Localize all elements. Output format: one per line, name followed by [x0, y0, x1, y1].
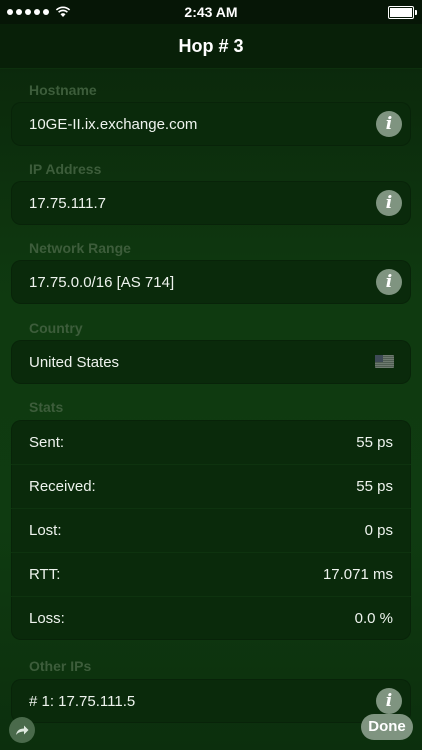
section-header-other-ips: Other IPs — [29, 658, 92, 674]
stat-label: Sent: — [29, 433, 65, 451]
country-row: United States — [11, 340, 411, 384]
stat-value: 0.0 % — [354, 610, 393, 627]
section-header-ip: IP Address — [29, 161, 102, 177]
done-button[interactable]: Done — [361, 714, 413, 740]
stats-row-sent: Sent: 55 ps — [11, 420, 411, 464]
stat-label: Loss: — [29, 610, 65, 627]
stats-row-rtt: RTT: 17.071 ms — [11, 552, 411, 596]
hostname-value: 10GE-II.ix.exchange.com — [29, 115, 198, 133]
stat-value: 17.071 ms — [322, 566, 393, 583]
ip-row[interactable]: 17.75.111.7 i — [11, 181, 411, 225]
bottom-toolbar: Done — [0, 706, 422, 750]
hostname-card: 10GE-II.ix.exchange.com i — [11, 102, 411, 146]
country-value: United States — [29, 353, 120, 371]
share-button[interactable] — [9, 717, 35, 743]
hostname-row[interactable]: 10GE-II.ix.exchange.com i — [11, 102, 411, 146]
screen: 2:43 AM Hop # 3 Hostname 10GE-II.ix.exch… — [0, 0, 422, 750]
stat-value: 0 ps — [364, 522, 393, 539]
stats-row-loss: Loss: 0.0 % — [11, 596, 411, 640]
status-time: 2:43 AM — [184, 4, 238, 20]
stat-label: RTT: — [29, 566, 61, 583]
page-title: Hop # 3 — [178, 36, 244, 56]
nav-bar: Hop # 3 — [0, 24, 422, 69]
stats-row-lost: Lost: 0 ps — [11, 508, 411, 552]
stat-value: 55 ps — [356, 478, 393, 495]
stats-card: Sent: 55 ps Received: 55 ps Lost: 0 ps R… — [11, 420, 411, 640]
info-icon[interactable]: i — [376, 190, 402, 216]
country-card: United States — [11, 340, 411, 384]
info-icon[interactable]: i — [376, 269, 402, 295]
range-row[interactable]: 17.75.0.0/16 [AS 714] i — [11, 260, 411, 304]
range-value: 17.75.0.0/16 [AS 714] — [29, 273, 175, 291]
stat-label: Received: — [29, 478, 96, 495]
ip-card: 17.75.111.7 i — [11, 181, 411, 225]
share-arrow-icon — [16, 725, 29, 735]
info-icon[interactable]: i — [376, 111, 402, 137]
status-bar: 2:43 AM — [0, 0, 422, 24]
stats-row-received: Received: 55 ps — [11, 464, 411, 508]
range-card: 17.75.0.0/16 [AS 714] i — [11, 260, 411, 304]
section-header-hostname: Hostname — [29, 82, 97, 98]
section-header-country: Country — [29, 320, 83, 336]
stat-label: Lost: — [29, 522, 62, 539]
us-flag-icon — [375, 355, 394, 368]
ip-value: 17.75.111.7 — [29, 194, 107, 212]
section-header-stats: Stats — [29, 399, 64, 415]
battery-icon — [388, 5, 417, 19]
section-header-range: Network Range — [29, 240, 131, 256]
stat-value: 55 ps — [356, 433, 393, 451]
